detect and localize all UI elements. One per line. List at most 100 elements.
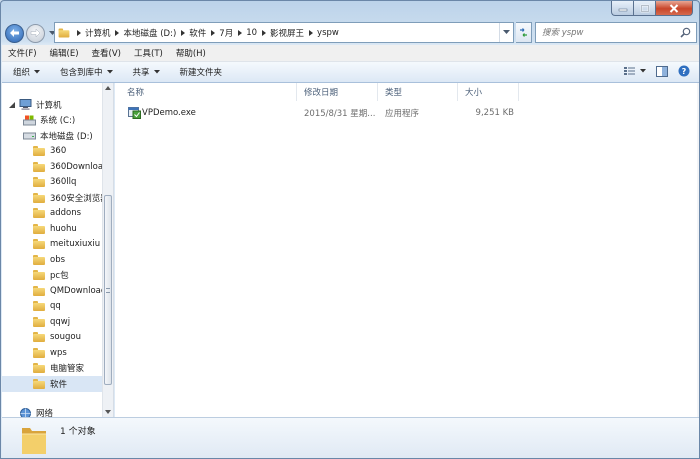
file-name[interactable]: VPDemo.exe — [142, 105, 292, 121]
maximize-button[interactable] — [633, 1, 655, 16]
explorer-window: 计算机 本地磁盘 (D:) 软件 7月 10 影视屏王 yspw 搜索 yspw… — [0, 0, 700, 459]
preview-pane-icon — [656, 65, 668, 77]
menu-view[interactable]: 查看(V) — [92, 47, 121, 59]
nav-network-label: 网络 — [36, 409, 54, 417]
breadcrumb-separator[interactable] — [206, 29, 219, 36]
breadcrumb-separator[interactable] — [111, 29, 124, 36]
chevron-down-icon — [640, 69, 646, 73]
nav-folder-qq[interactable]: qq — [2, 299, 102, 315]
minimize-button[interactable] — [611, 1, 633, 16]
nav-folder-software[interactable]: 软件 — [2, 376, 102, 392]
folder-icon — [32, 331, 46, 343]
nav-folder-label: sougou — [50, 332, 81, 343]
nav-folder-label: QMDownload — [50, 285, 102, 296]
new-folder-button[interactable]: 新建文件夹 — [180, 66, 223, 78]
address-history-dropdown[interactable] — [499, 23, 513, 42]
nav-drive-d[interactable]: 本地磁盘 (D:) — [2, 128, 102, 144]
breadcrumb-separator[interactable] — [233, 29, 246, 36]
nav-folder-360[interactable]: 360 — [2, 144, 102, 160]
drive-icon — [22, 130, 36, 142]
nav-scrollbar-thumb[interactable] — [104, 195, 112, 385]
nav-folder-label: addons — [50, 208, 82, 219]
nav-folder-360llq[interactable]: 360llq — [2, 175, 102, 191]
nav-folder-label: 电脑管家 — [50, 364, 85, 375]
nav-folder-addons[interactable]: addons — [2, 206, 102, 222]
breadcrumb-drive-d[interactable]: 本地磁盘 (D:) — [124, 27, 177, 39]
menu-file[interactable]: 文件(F) — [8, 47, 37, 59]
command-bar: 组织 包含到库中 共享 新建文件夹 ? — [2, 62, 699, 83]
breadcrumb-separator[interactable] — [257, 29, 270, 36]
column-type[interactable]: 类型 — [379, 83, 458, 101]
back-button[interactable] — [5, 23, 24, 43]
nav-scrollbar[interactable] — [102, 83, 113, 417]
folder-icon — [32, 300, 46, 312]
nav-drive-d-label: 本地磁盘 (D:) — [40, 131, 93, 142]
menu-help[interactable]: 帮助(H) — [176, 47, 206, 59]
view-list-icon — [624, 67, 635, 75]
view-options-button[interactable] — [624, 66, 646, 76]
search-box[interactable] — [535, 22, 697, 43]
close-button[interactable] — [655, 1, 693, 16]
file-type: 应用程序 — [385, 109, 420, 119]
help-icon: ? — [678, 65, 690, 77]
nav-folder-label: huohu — [50, 223, 77, 234]
nav-folder-qqwj[interactable]: qqwj — [2, 314, 102, 330]
address-bar[interactable]: 计算机 本地磁盘 (D:) 软件 7月 10 影视屏王 yspw — [54, 22, 514, 43]
folder-icon — [32, 378, 46, 390]
search-icon[interactable] — [680, 27, 691, 38]
nav-folder-sougou[interactable]: sougou — [2, 330, 102, 346]
include-in-library-button[interactable]: 包含到库中 — [60, 66, 113, 78]
file-row[interactable]: VPDemo.exe 2015/8/31 星期... 应用程序 9,251 KB — [115, 105, 699, 121]
nav-folder-huohu[interactable]: huohu — [2, 221, 102, 237]
nav-folder-360download[interactable]: 360Download — [2, 159, 102, 175]
nav-drive-c[interactable]: 系统 (C:) — [2, 113, 102, 129]
folder-icon — [32, 223, 46, 235]
nav-folder-label: qq — [50, 301, 61, 312]
nav-folder-wps[interactable]: wps — [2, 345, 102, 361]
help-button[interactable]: ? — [678, 65, 690, 77]
search-input[interactable] — [542, 27, 672, 38]
nav-folder-pc-bao[interactable]: pc包 — [2, 268, 102, 284]
nav-folder-obs[interactable]: obs — [2, 252, 102, 268]
breadcrumb-separator[interactable] — [72, 29, 85, 36]
menu-tools[interactable]: 工具(T) — [134, 47, 163, 59]
nav-folder-meituxiuxiu[interactable]: meituxiuxiu — [2, 237, 102, 253]
folder-icon — [32, 269, 46, 281]
nav-computer[interactable]: 计算机 — [2, 97, 102, 113]
navigation-pane: 计算机 系统 (C:) 本地磁盘 (D:) 360 360Downlo 360l… — [2, 83, 114, 417]
breadcrumb-separator[interactable] — [304, 29, 317, 36]
breadcrumb-computer[interactable]: 计算机 — [85, 27, 111, 39]
breadcrumb-july[interactable]: 7月 — [219, 27, 233, 39]
new-folder-label: 新建文件夹 — [179, 68, 223, 78]
arrow-left-icon — [10, 29, 19, 37]
include-in-library-label: 包含到库中 — [60, 68, 103, 78]
nav-folder-pc-manager[interactable]: 电脑管家 — [2, 361, 102, 377]
nav-folder-qmdownload[interactable]: QMDownload — [2, 283, 102, 299]
file-size: 9,251 KB — [475, 108, 514, 118]
share-button[interactable]: 共享 — [133, 66, 160, 78]
folder-tree: 计算机 系统 (C:) 本地磁盘 (D:) 360 360Downlo 360l… — [2, 97, 102, 417]
refresh-button[interactable] — [516, 22, 532, 43]
breadcrumb-10[interactable]: 10 — [246, 28, 257, 38]
collapse-arrow-icon[interactable] — [8, 101, 16, 108]
column-size[interactable]: 大小 — [459, 83, 519, 101]
breadcrumb-software[interactable]: 软件 — [189, 27, 206, 39]
folder-icon — [32, 362, 46, 374]
folder-icon — [32, 238, 46, 250]
column-date-modified[interactable]: 修改日期 — [298, 83, 378, 101]
breadcrumb-yspw[interactable]: yspw — [317, 28, 339, 38]
column-name[interactable]: 名称 — [121, 83, 297, 101]
breadcrumb-separator[interactable] — [176, 29, 189, 36]
column-headers: 名称 修改日期 类型 大小 — [115, 83, 699, 101]
file-list: 名称 修改日期 类型 大小 VPDemo.exe 2015/8/31 星期...… — [115, 83, 699, 417]
preview-pane-button[interactable] — [656, 65, 668, 77]
forward-button[interactable] — [26, 23, 45, 43]
folder-icon — [32, 207, 46, 219]
nav-network[interactable]: 网络 — [2, 406, 102, 417]
details-pane: 1 个对象 — [2, 417, 699, 458]
breadcrumb-yspw-parent[interactable]: 影视屏王 — [270, 27, 304, 39]
refresh-icon — [520, 28, 527, 37]
menu-edit[interactable]: 编辑(E) — [50, 47, 79, 59]
organize-button[interactable]: 组织 — [13, 66, 41, 78]
nav-folder-360-browser[interactable]: 360安全浏览器 — [2, 190, 102, 206]
